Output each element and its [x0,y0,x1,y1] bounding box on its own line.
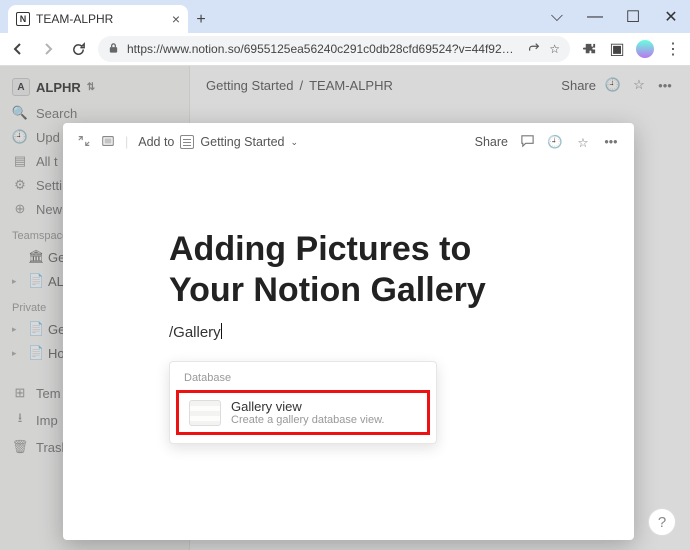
breadcrumb-parent[interactable]: Getting Started [206,78,293,93]
sidebar-settings-label: Setti [36,178,62,193]
updates-icon[interactable]: 🕘 [604,77,622,93]
workspace-badge: A [12,78,30,96]
favorite-star-icon[interactable]: ☆ [630,77,648,93]
favorite-star-icon[interactable]: ☆ [574,135,592,150]
toggle-icon[interactable]: ▸ [12,348,22,359]
clock-icon: 🕘 [12,129,28,145]
gear-icon: ⚙ [12,177,28,193]
lock-icon [108,42,119,57]
typed-text: /Gallery [169,324,221,341]
menu-dots-icon[interactable]: ⋮ [664,40,682,58]
add-to-control[interactable]: Add to Getting Started ⌄ [138,135,298,149]
grid-icon: ▤ [12,153,28,169]
extensions-puzzle-icon[interactable] [580,40,598,58]
bookmark-star-icon[interactable]: ☆ [549,42,560,56]
modal-share-button[interactable]: Share [475,135,508,149]
sidebar-import-label: Imp [36,413,58,428]
import-icon: ⭳ [12,409,28,431]
chevron-down-icon: ⌄ [290,137,298,148]
extension-2-icon[interactable] [636,40,654,58]
tab-title: TEAM-ALPHR [36,12,166,26]
page-label: AL [48,274,64,289]
close-tab-icon[interactable]: × [172,11,180,27]
share-button[interactable]: Share [561,78,596,93]
reload-button[interactable] [68,39,88,59]
slash-item-desc: Create a gallery database view. [231,414,384,426]
slash-command-menu: Database Gallery view Create a gallery d… [169,361,437,444]
sidebar-updates-label: Upd [36,130,60,145]
maximize-icon[interactable]: ☐ [614,3,652,31]
page-icon: 📄 [28,273,42,289]
page-topbar: Getting Started / TEAM-ALPHR Share 🕘 ☆ •… [190,66,690,104]
breadcrumb-sep: / [299,78,303,93]
add-to-target: Getting Started [200,135,284,149]
editor-block[interactable]: /Gallery [169,323,618,341]
browser-tab[interactable]: N TEAM-ALPHR × [8,5,188,33]
sidebar-search[interactable]: 🔍 Search [0,102,189,124]
expand-icon[interactable] [77,134,91,151]
sidebar-new-label: New [36,202,62,217]
toggle-icon[interactable]: ▸ [12,276,22,287]
workspace-switcher[interactable]: A ALPHR ⇅ [0,74,189,100]
title-line1: Adding Pictures to [169,230,471,268]
chevron-down-icon[interactable]: ⌵ [538,3,576,31]
title-line2: Your Notion Gallery [169,271,486,309]
text-cursor [221,323,222,339]
updates-icon[interactable]: 🕘 [546,135,564,150]
search-icon: 🔍 [12,105,28,121]
address-bar[interactable]: https://www.notion.so/6955125ea56240c291… [98,36,570,62]
gallery-view-thumb-icon [189,400,221,426]
chevron-updown-icon: ⇅ [87,82,95,93]
trash-icon: 🗑 [12,439,28,455]
more-icon[interactable]: ••• [656,78,674,93]
page-icon [180,135,194,149]
plus-circle-icon: ⊕ [12,201,28,217]
breadcrumb-current[interactable]: TEAM-ALPHR [309,78,393,93]
workspace-name: ALPHR [36,80,81,95]
more-icon[interactable]: ••• [602,135,620,149]
toggle-icon[interactable]: ▸ [12,324,22,335]
sidebar-templates-label: Tem [36,386,61,401]
new-tab-button[interactable]: + [188,7,214,33]
page-icon: 📄 [28,345,42,361]
templates-icon: ⊞ [12,385,28,401]
url-text: https://www.notion.so/6955125ea56240c291… [127,42,519,56]
slash-item-title: Gallery view [231,399,384,414]
sidebar-trash-label: Trasl [36,440,64,455]
breadcrumb: Getting Started / TEAM-ALPHR [206,78,393,93]
bank-icon: 🏛 [28,249,42,265]
slash-menu-group-label: Database [170,368,436,388]
peek-mode-icon[interactable] [101,134,115,151]
minimize-icon[interactable]: — [576,3,614,31]
add-to-label: Add to [138,135,174,149]
back-button[interactable] [8,39,28,59]
page-icon: 📄 [28,321,42,337]
help-button[interactable]: ? [648,508,676,536]
forward-button[interactable] [38,39,58,59]
notion-favicon: N [16,12,30,26]
close-window-icon[interactable]: ✕ [652,3,690,31]
comments-icon[interactable] [518,133,536,151]
modal-toolbar: | Add to Getting Started ⌄ Share 🕘 ☆ ••• [63,123,634,161]
extension-1-icon[interactable]: ▣ [608,40,626,58]
share-url-icon[interactable] [527,41,541,58]
slash-menu-item-gallery-view[interactable]: Gallery view Create a gallery database v… [176,390,430,435]
sidebar-all-label: All t [36,154,58,169]
page-peek-modal: | Add to Getting Started ⌄ Share 🕘 ☆ •••… [63,123,634,540]
sidebar-search-label: Search [36,106,77,121]
page-title[interactable]: Adding Pictures to Your Notion Gallery [169,229,618,311]
